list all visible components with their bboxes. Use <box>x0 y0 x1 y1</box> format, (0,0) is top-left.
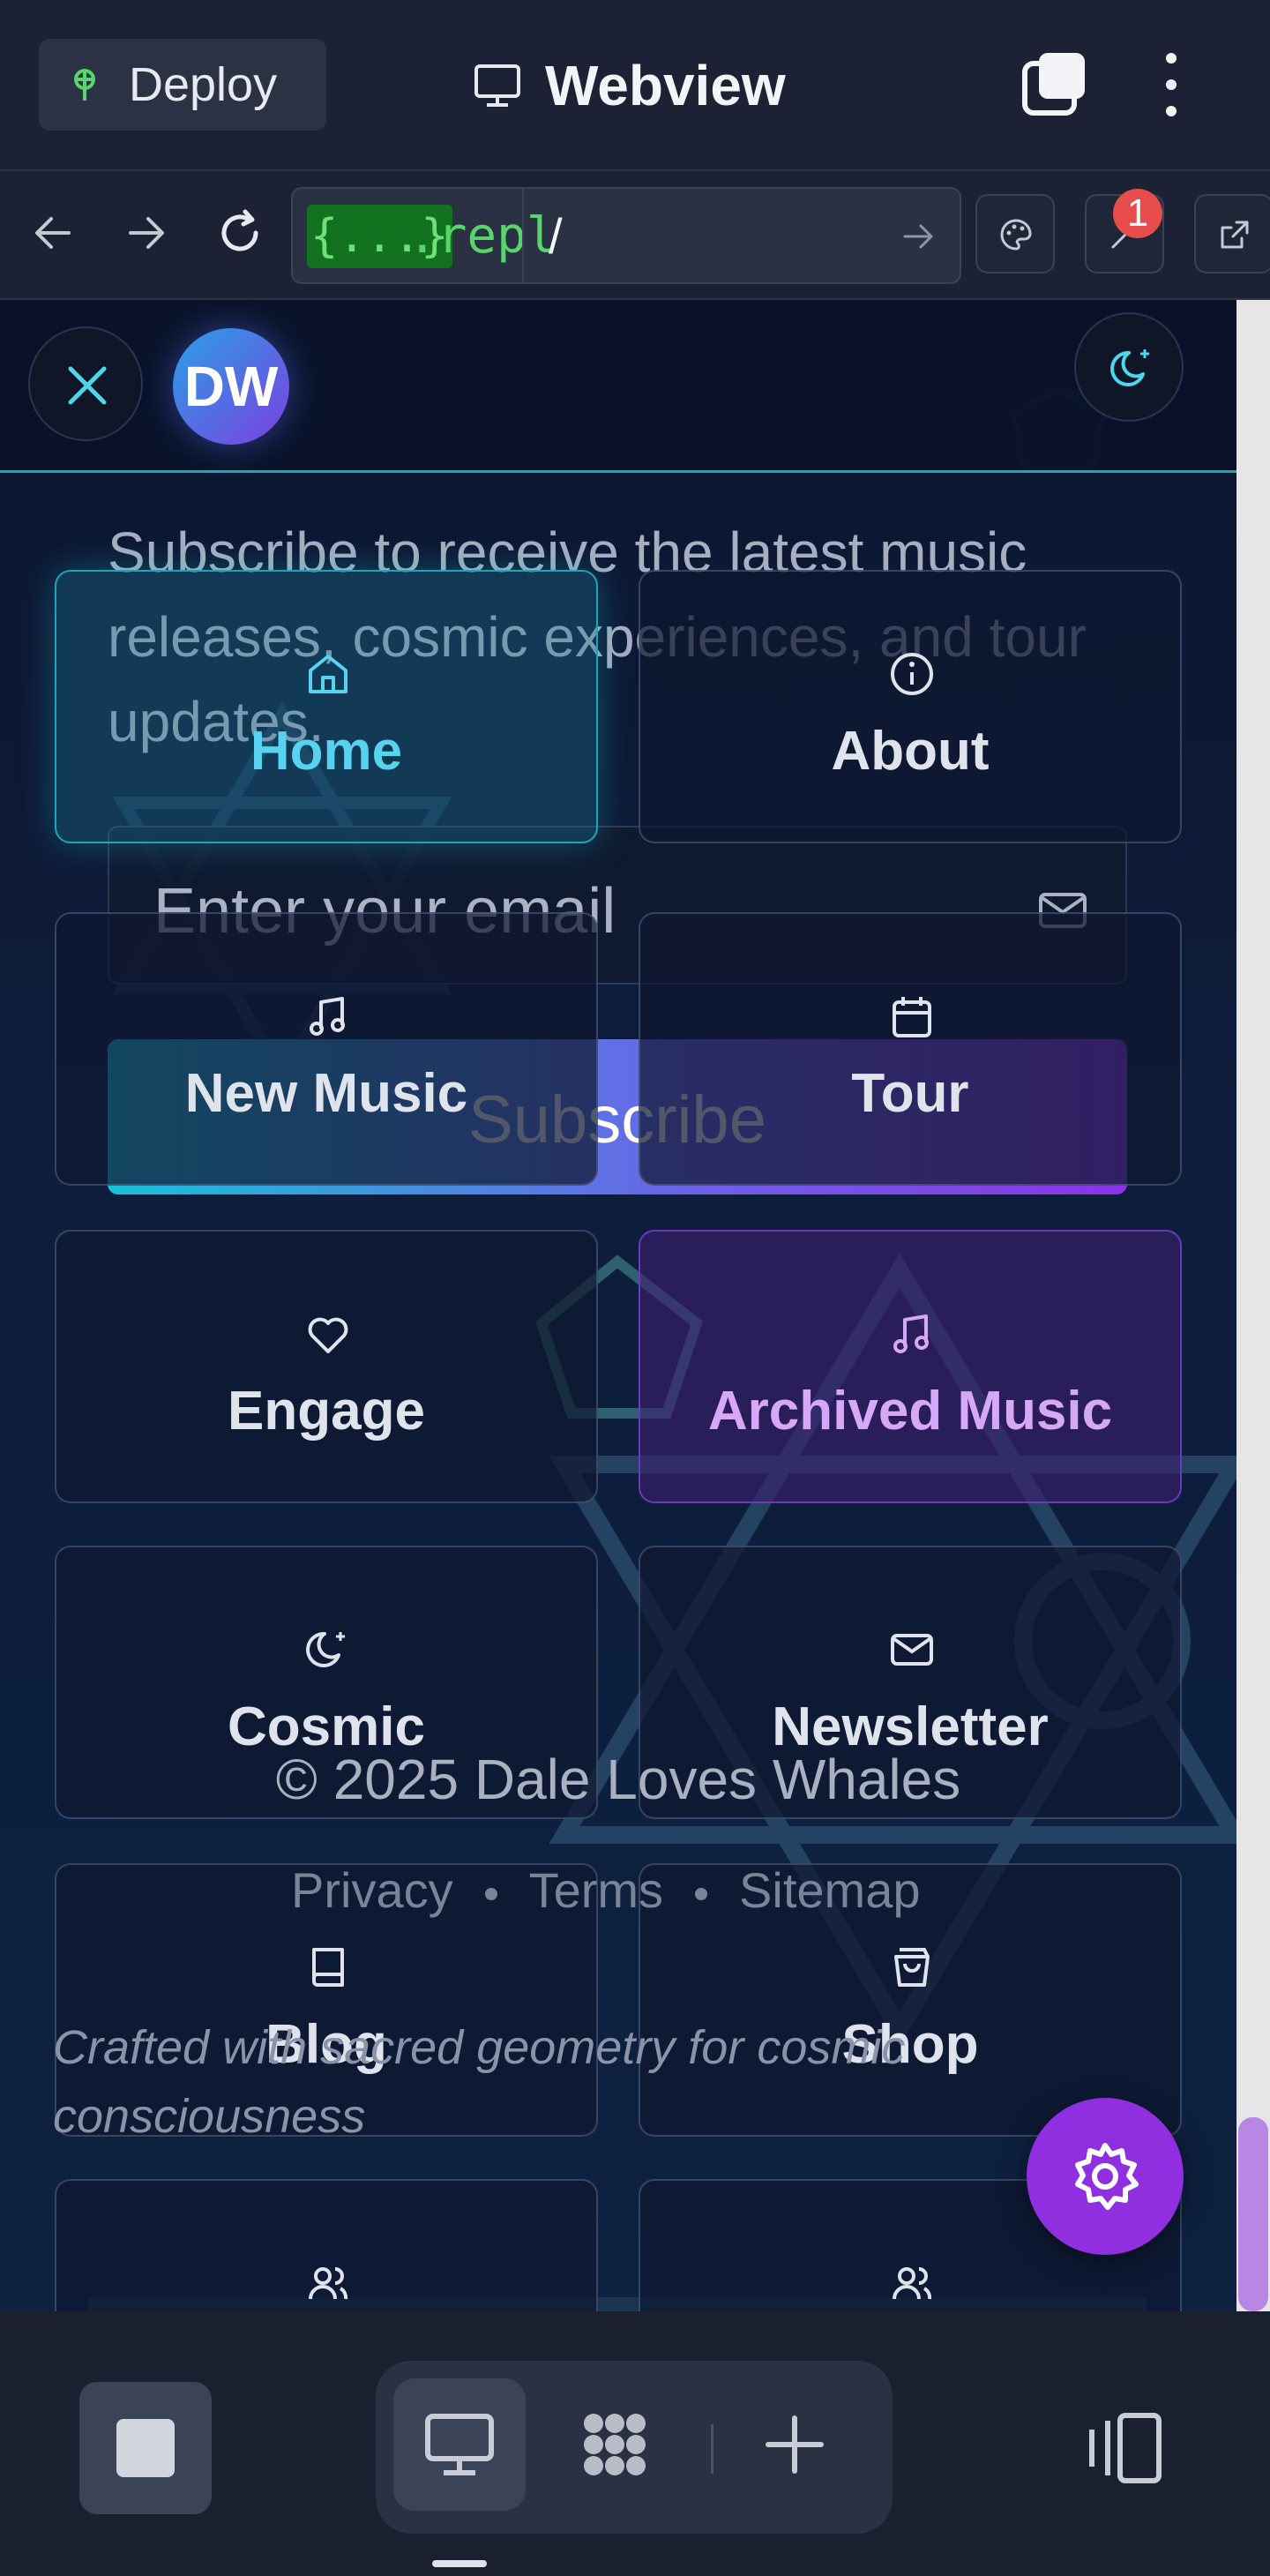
scrollbar-thumb[interactable] <box>1238 2117 1268 2311</box>
add-tab-button[interactable] <box>728 2378 861 2511</box>
tabs-icon[interactable] <box>1020 49 1090 120</box>
menu-header: DW <box>0 300 1236 473</box>
back-arrow-icon[interactable] <box>26 206 79 259</box>
link-separator <box>695 1888 708 1901</box>
notification-badge: 1 <box>1113 189 1162 238</box>
moon-star-icon <box>1110 349 1149 386</box>
deploy-icon <box>74 69 95 101</box>
link-separator <box>484 1888 497 1901</box>
music-icon <box>310 997 345 1036</box>
scrollbar-track[interactable] <box>1236 300 1270 2311</box>
settings-fab[interactable] <box>1027 2098 1184 2255</box>
go-arrow-icon[interactable] <box>898 215 940 258</box>
plus-icon <box>766 2415 824 2474</box>
users-icon <box>893 2267 932 2300</box>
avatar[interactable]: DW <box>173 328 289 445</box>
shopping-bag-icon <box>894 1948 930 1987</box>
screen: Deploy Webview {...} .repl / 1 Subscribe… <box>0 0 1270 2576</box>
footer-links: Privacy Terms Sitemap <box>291 1861 920 1919</box>
menu-item-tour[interactable]: Tour <box>639 912 1182 1186</box>
info-icon <box>891 653 933 695</box>
more-menu-icon[interactable] <box>1154 49 1189 120</box>
webview-content: Subscribe to receive the latest music re… <box>0 300 1236 2311</box>
mail-icon <box>891 1634 933 1666</box>
url-domain: .repl <box>407 207 557 265</box>
split-panel-icon[interactable] <box>1081 2408 1166 2488</box>
copyright: © 2025 Dale Loves Whales <box>275 1748 961 1811</box>
forward-arrow-icon[interactable] <box>120 206 173 259</box>
webview-title: Webview <box>545 54 786 117</box>
home-indicator <box>432 2560 487 2567</box>
monitor-icon <box>425 2414 494 2475</box>
menu-item-home[interactable]: Home <box>55 570 598 843</box>
deploy-button[interactable]: Deploy <box>39 39 326 131</box>
webview-view-button[interactable] <box>393 2378 526 2511</box>
music-icon <box>893 1314 929 1353</box>
address-bar: {...} .repl / <box>0 171 1270 300</box>
menu-item-archived-music[interactable]: Archived Music <box>639 1230 1182 1503</box>
home-icon <box>309 655 347 693</box>
close-menu-button[interactable] <box>28 326 143 441</box>
open-in-new-tab-button[interactable] <box>1194 194 1270 273</box>
menu-item-new-music[interactable]: New Music <box>55 912 598 1186</box>
replit-topbar: Deploy Webview <box>0 0 1270 171</box>
deploy-label: Deploy <box>129 58 278 111</box>
palette-icon <box>1000 219 1032 251</box>
stop-button[interactable] <box>79 2382 212 2514</box>
close-icon <box>68 366 107 405</box>
menu-label-engage: Engage <box>228 1381 425 1442</box>
url-field[interactable]: {...} .repl / <box>291 187 961 284</box>
gear-icon <box>1075 2143 1139 2210</box>
footer-link-terms[interactable]: Terms <box>529 1861 663 1919</box>
url-path[interactable]: / <box>549 203 563 270</box>
monitor-icon <box>474 64 520 107</box>
calendar-icon <box>893 997 931 1037</box>
replit-bottom-bar <box>0 2311 1270 2576</box>
moon-star-icon <box>306 1631 345 1667</box>
view-switcher <box>376 2361 893 2534</box>
heart-icon <box>308 1317 348 1353</box>
menu-label-tour: Tour <box>851 1063 969 1124</box>
grid-dots-icon <box>584 2414 646 2475</box>
footer-link-privacy[interactable]: Privacy <box>291 1861 453 1919</box>
menu-label-archived-music: Archived Music <box>707 1381 1113 1442</box>
url-divider <box>522 189 524 282</box>
webview-tab-title[interactable]: Webview <box>473 48 786 124</box>
footer-tagline: Crafted with sacred geometry for cosmic … <box>53 2021 906 2143</box>
stop-icon <box>116 2419 175 2477</box>
menu-item-engage[interactable]: Engage <box>55 1230 598 1503</box>
reload-icon[interactable] <box>213 206 266 259</box>
switcher-divider <box>711 2424 713 2474</box>
book-icon <box>312 1948 344 1987</box>
menu-item-community[interactable] <box>55 2179 598 2311</box>
menu-label-about: About <box>831 721 990 782</box>
menu-label-home: Home <box>250 721 403 782</box>
menu-item-about[interactable]: About <box>639 570 1182 843</box>
footer-link-sitemap[interactable]: Sitemap <box>739 1861 920 1919</box>
theme-toggle-button[interactable] <box>1074 312 1184 422</box>
external-link-icon <box>1221 221 1249 249</box>
apps-view-button[interactable] <box>549 2378 681 2511</box>
devtools-palette-button[interactable] <box>975 194 1055 273</box>
users-icon <box>309 2267 348 2300</box>
menu-label-new-music: New Music <box>184 1063 468 1124</box>
